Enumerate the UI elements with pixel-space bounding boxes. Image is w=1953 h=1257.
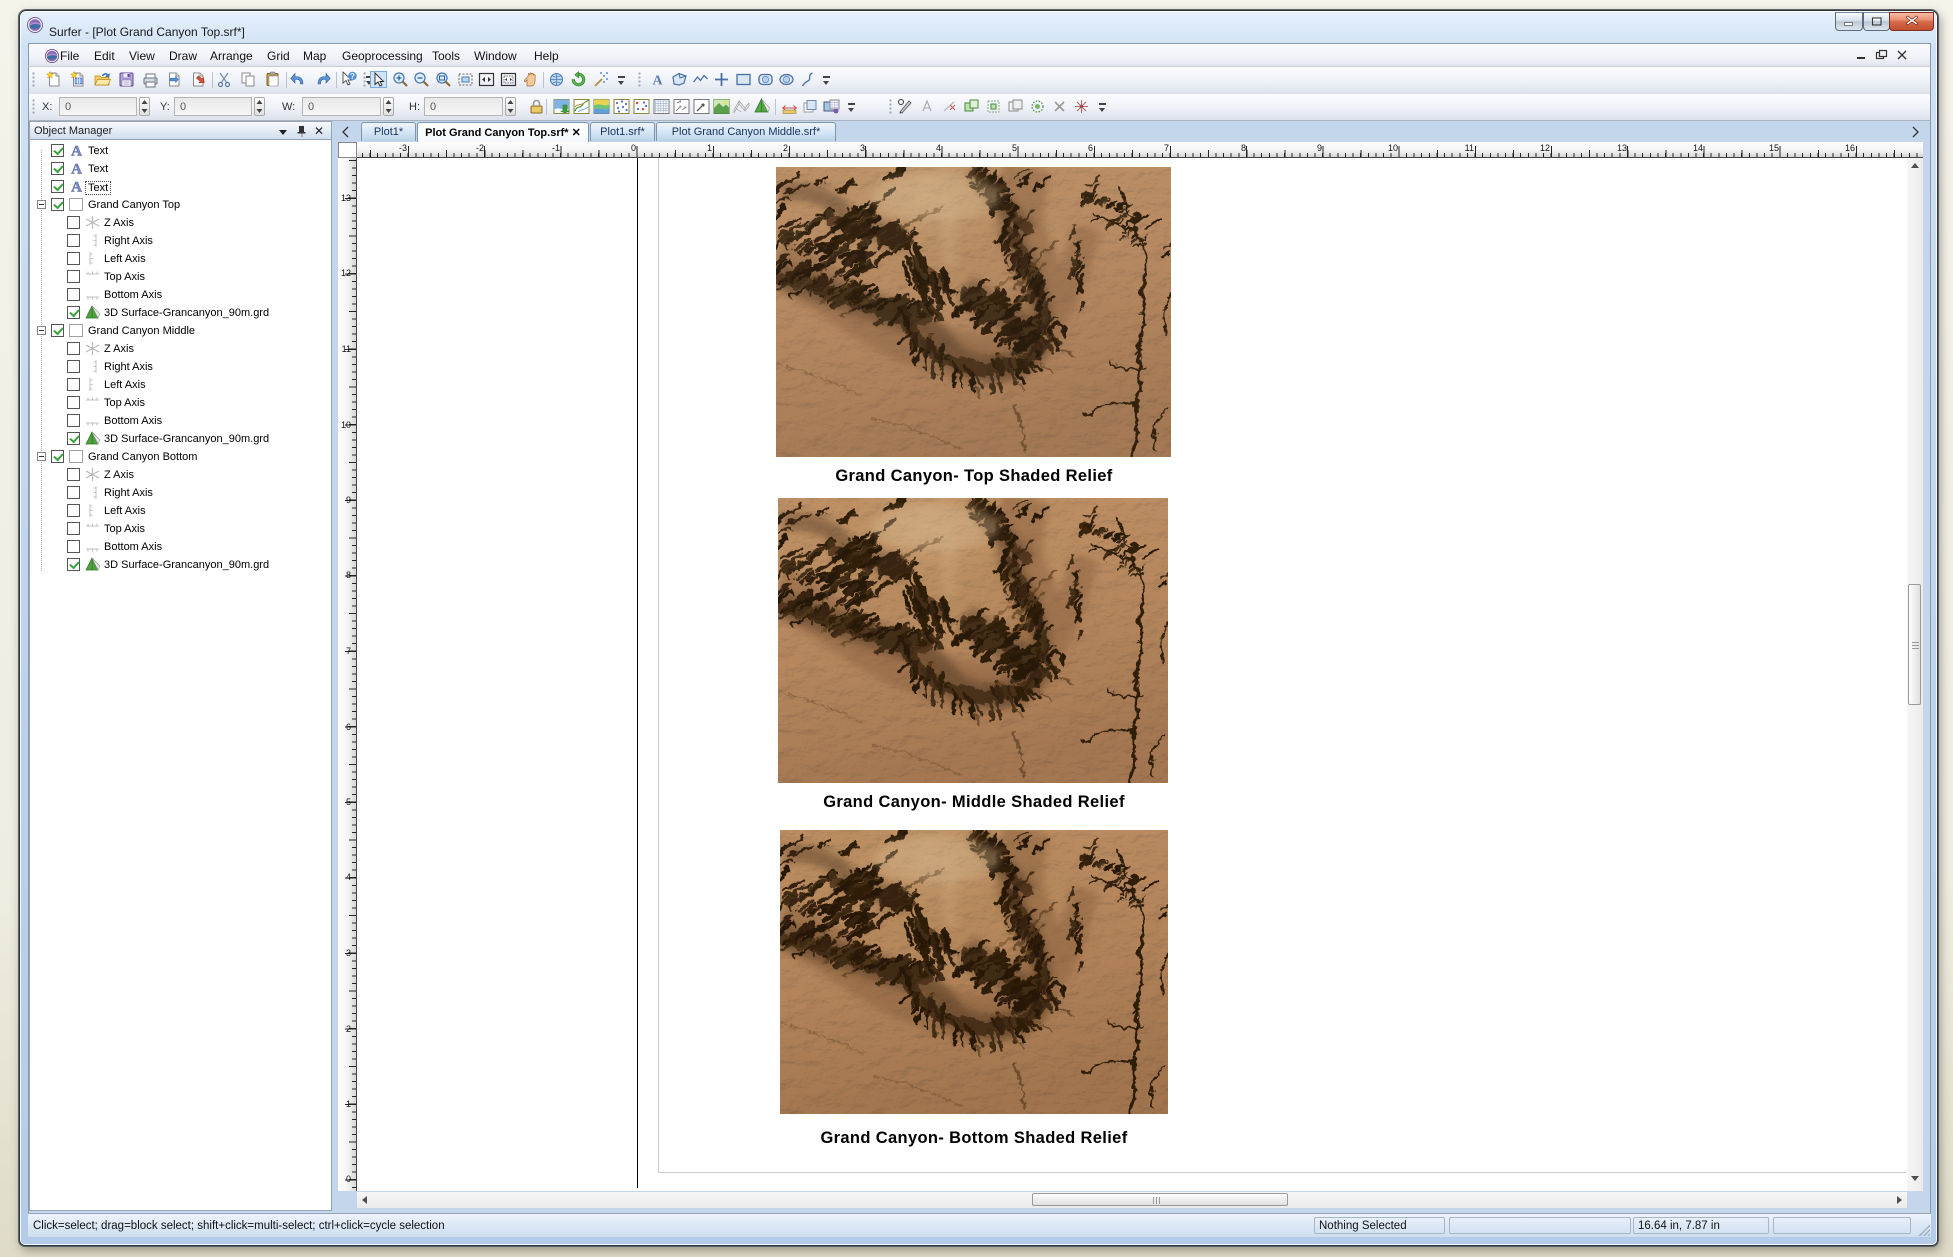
svg-text:A: A bbox=[71, 144, 82, 159]
svg-text:A: A bbox=[652, 74, 663, 89]
svg-text:A: A bbox=[71, 180, 82, 195]
svg-text:A: A bbox=[71, 162, 82, 177]
svg-text:?: ? bbox=[350, 72, 355, 81]
